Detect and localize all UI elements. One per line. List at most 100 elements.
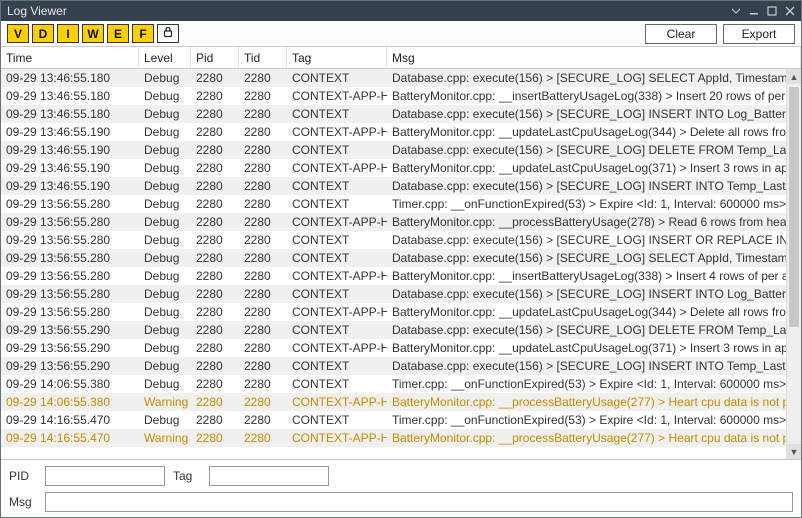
grid-header: Time Level Pid Tid Tag Msg xyxy=(1,47,801,69)
table-row[interactable]: 09-29 13:56:55.280Debug22802280CONTEXTDa… xyxy=(1,231,801,249)
cell-level: Debug xyxy=(139,285,191,303)
cell-msg: BatteryMonitor.cpp: __insertBatteryUsage… xyxy=(387,87,801,105)
scroll-thumb[interactable] xyxy=(789,87,799,327)
table-row[interactable]: 09-29 13:56:55.290Debug22802280CONTEXT-A… xyxy=(1,339,801,357)
cell-level: Debug xyxy=(139,87,191,105)
scroll-up-icon[interactable]: ▲ xyxy=(787,69,801,84)
cell-pid: 2280 xyxy=(191,321,239,339)
table-row[interactable]: 09-29 14:16:55.470Debug22802280CONTEXTTi… xyxy=(1,411,801,429)
cell-level: Debug xyxy=(139,339,191,357)
cell-tag: CONTEXT xyxy=(287,105,387,123)
cell-level: Warning xyxy=(139,393,191,411)
scroll-lock-button[interactable] xyxy=(157,24,179,43)
cell-pid: 2280 xyxy=(191,159,239,177)
level-verbose-button[interactable]: V xyxy=(7,24,29,43)
cell-msg: Timer.cpp: __onFunctionExpired(53) > Exp… xyxy=(387,195,801,213)
cell-tid: 2280 xyxy=(239,429,287,447)
cell-level: Debug xyxy=(139,267,191,285)
cell-time: 09-29 13:56:55.280 xyxy=(1,285,139,303)
cell-pid: 2280 xyxy=(191,285,239,303)
table-row[interactable]: 09-29 13:56:55.290Debug22802280CONTEXTDa… xyxy=(1,321,801,339)
dropdown-icon[interactable] xyxy=(729,4,743,18)
table-row[interactable]: 09-29 13:46:55.190Debug22802280CONTEXT-A… xyxy=(1,159,801,177)
cell-level: Debug xyxy=(139,321,191,339)
cell-msg: Timer.cpp: __onFunctionExpired(53) > Exp… xyxy=(387,375,801,393)
table-row[interactable]: 09-29 13:46:55.180Debug22802280CONTEXTDa… xyxy=(1,69,801,87)
cell-msg: BatteryMonitor.cpp: __updateLastCpuUsage… xyxy=(387,303,801,321)
table-row[interactable]: 09-29 13:56:55.280Debug22802280CONTEXT-A… xyxy=(1,303,801,321)
grid-body[interactable]: 09-29 13:46:55.180Debug22802280CONTEXTDa… xyxy=(1,69,801,447)
cell-time: 09-29 14:06:55.380 xyxy=(1,393,139,411)
clear-button[interactable]: Clear xyxy=(645,24,717,44)
cell-level: Debug xyxy=(139,249,191,267)
pid-filter-label: PID xyxy=(9,469,37,483)
level-info-button[interactable]: I xyxy=(57,24,79,43)
maximize-icon[interactable] xyxy=(765,4,779,18)
col-header-pid[interactable]: Pid xyxy=(191,47,239,68)
level-error-button[interactable]: E xyxy=(107,24,129,43)
titlebar: Log Viewer xyxy=(1,1,801,21)
cell-tid: 2280 xyxy=(239,159,287,177)
table-row[interactable]: 09-29 13:56:55.280Debug22802280CONTEXTDa… xyxy=(1,285,801,303)
table-row[interactable]: 09-29 13:56:55.280Debug22802280CONTEXT-A… xyxy=(1,213,801,231)
cell-pid: 2280 xyxy=(191,195,239,213)
lock-icon xyxy=(162,26,174,41)
cell-msg: Database.cpp: execute(156) > [SECURE_LOG… xyxy=(387,69,801,87)
export-button[interactable]: Export xyxy=(723,24,795,44)
cell-level: Debug xyxy=(139,141,191,159)
cell-time: 09-29 13:46:55.190 xyxy=(1,141,139,159)
level-fatal-button[interactable]: F xyxy=(132,24,154,43)
cell-time: 09-29 13:56:55.280 xyxy=(1,213,139,231)
table-row[interactable]: 09-29 14:16:55.470Warning22802280CONTEXT… xyxy=(1,429,801,447)
vertical-scrollbar[interactable]: ▲ ▼ xyxy=(786,69,801,459)
scroll-down-icon[interactable]: ▼ xyxy=(787,444,801,459)
cell-tid: 2280 xyxy=(239,195,287,213)
col-header-level[interactable]: Level xyxy=(139,47,191,68)
cell-tid: 2280 xyxy=(239,249,287,267)
cell-time: 09-29 13:46:55.180 xyxy=(1,87,139,105)
col-header-time[interactable]: Time xyxy=(1,47,139,68)
table-row[interactable]: 09-29 13:46:55.190Debug22802280CONTEXTDa… xyxy=(1,141,801,159)
col-header-tid[interactable]: Tid xyxy=(239,47,287,68)
cell-pid: 2280 xyxy=(191,267,239,285)
table-row[interactable]: 09-29 14:06:55.380Warning22802280CONTEXT… xyxy=(1,393,801,411)
cell-tid: 2280 xyxy=(239,267,287,285)
table-row[interactable]: 09-29 13:46:55.180Debug22802280CONTEXT-A… xyxy=(1,87,801,105)
msg-filter-input[interactable] xyxy=(45,492,793,512)
col-header-tag[interactable]: Tag xyxy=(287,47,387,68)
cell-pid: 2280 xyxy=(191,249,239,267)
cell-msg: Timer.cpp: __onFunctionExpired(53) > Exp… xyxy=(387,411,801,429)
cell-pid: 2280 xyxy=(191,177,239,195)
cell-msg: BatteryMonitor.cpp: __updateLastCpuUsage… xyxy=(387,159,801,177)
minimize-icon[interactable] xyxy=(747,4,761,18)
cell-level: Debug xyxy=(139,159,191,177)
cell-tag: CONTEXT-APP-H xyxy=(287,159,387,177)
level-debug-button[interactable]: D xyxy=(32,24,54,43)
cell-msg: Database.cpp: execute(156) > [SECURE_LOG… xyxy=(387,105,801,123)
table-row[interactable]: 09-29 13:56:55.280Debug22802280CONTEXT-A… xyxy=(1,267,801,285)
cell-tid: 2280 xyxy=(239,411,287,429)
cell-tag: CONTEXT xyxy=(287,195,387,213)
msg-filter-label: Msg xyxy=(9,495,37,509)
cell-tag: CONTEXT-APP-H xyxy=(287,87,387,105)
level-warning-button[interactable]: W xyxy=(82,24,104,43)
close-icon[interactable] xyxy=(783,4,797,18)
cell-time: 09-29 13:56:55.280 xyxy=(1,249,139,267)
cell-time: 09-29 13:56:55.280 xyxy=(1,195,139,213)
cell-time: 09-29 13:46:55.190 xyxy=(1,177,139,195)
cell-msg: BatteryMonitor.cpp: __processBatteryUsag… xyxy=(387,213,801,231)
table-row[interactable]: 09-29 14:06:55.380Debug22802280CONTEXTTi… xyxy=(1,375,801,393)
table-row[interactable]: 09-29 13:46:55.190Debug22802280CONTEXT-A… xyxy=(1,123,801,141)
table-row[interactable]: 09-29 13:56:55.280Debug22802280CONTEXTTi… xyxy=(1,195,801,213)
table-row[interactable]: 09-29 13:56:55.280Debug22802280CONTEXTDa… xyxy=(1,249,801,267)
pid-filter-input[interactable] xyxy=(45,466,165,486)
cell-level: Debug xyxy=(139,195,191,213)
cell-time: 09-29 13:56:55.290 xyxy=(1,357,139,375)
cell-tid: 2280 xyxy=(239,321,287,339)
cell-tid: 2280 xyxy=(239,393,287,411)
tag-filter-input[interactable] xyxy=(209,466,329,486)
table-row[interactable]: 09-29 13:46:55.180Debug22802280CONTEXTDa… xyxy=(1,105,801,123)
col-header-msg[interactable]: Msg xyxy=(387,47,801,68)
table-row[interactable]: 09-29 13:56:55.290Debug22802280CONTEXTDa… xyxy=(1,357,801,375)
table-row[interactable]: 09-29 13:46:55.190Debug22802280CONTEXTDa… xyxy=(1,177,801,195)
